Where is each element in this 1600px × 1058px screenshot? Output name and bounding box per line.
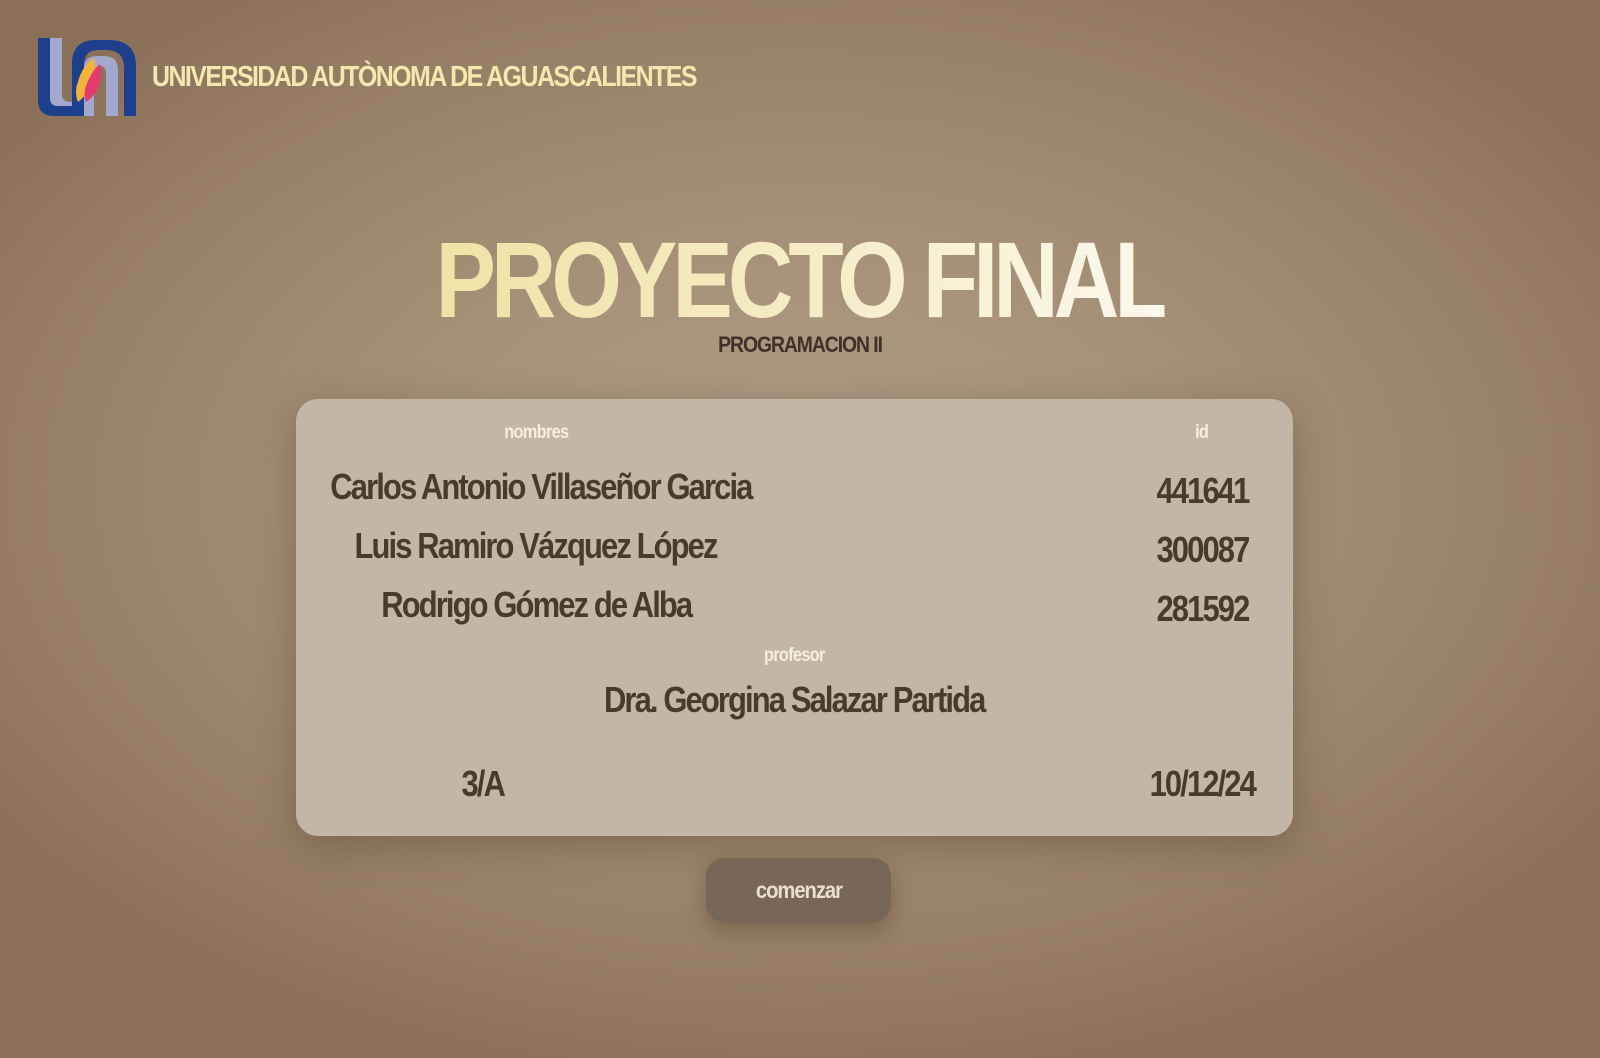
page-subtitle: PROGRAMACION II [0,332,1600,358]
student-name-2: Luis Ramiro Vázquez López [296,525,776,567]
student-name-3-text: Rodrigo Gómez de Alba [380,584,693,625]
student-name-2-text: Luis Ramiro Vázquez López [354,525,719,566]
id-label: id [996,422,1408,444]
student-id-2-text: 300087 [1156,529,1250,570]
student-id-1-text: 441641 [1156,470,1250,511]
student-id-2: 300087 [996,529,1408,571]
date-value: 10/12/24 [996,763,1408,805]
page-title: PROYECTO FINAL [435,219,1169,340]
names-label: nombres [296,422,776,444]
group-value: 3/A [296,763,670,805]
date-value-text: 10/12/24 [1149,763,1256,804]
header: UNIVERSIDAD AUTÒNOMA DE AGUASCALIENTES [36,36,784,118]
student-id-3-text: 281592 [1156,588,1250,629]
professor-label-text: profesor [764,645,825,666]
student-id-1: 441641 [996,470,1408,512]
student-id-3: 281592 [996,588,1408,630]
names-label-text: nombres [503,422,569,443]
professor-name: Dra. Georgina Salazar Partida [296,679,1293,721]
start-button[interactable]: comenzar [706,858,891,922]
page-subtitle-text: PROGRAMACION II [718,332,883,357]
professor-name-text: Dra. Georgina Salazar Partida [604,679,986,720]
professor-label: profesor [296,645,1293,667]
student-name-1-text: Carlos Antonio Villaseñor Garcia [330,466,753,507]
title-container: PROYECTO FINAL [0,220,1600,340]
university-name: UNIVERSIDAD AUTÒNOMA DE AGUASCALIENTES [152,60,697,93]
id-label-text: id [1195,422,1209,443]
uaa-logo-icon [38,38,136,116]
start-button-label: comenzar [755,876,842,903]
student-name-3: Rodrigo Gómez de Alba [296,584,776,626]
info-card: nombres id Carlos Antonio Villaseñor Gar… [296,399,1293,836]
student-name-1: Carlos Antonio Villaseñor Garcia [296,466,776,508]
group-value-text: 3/A [461,763,506,804]
